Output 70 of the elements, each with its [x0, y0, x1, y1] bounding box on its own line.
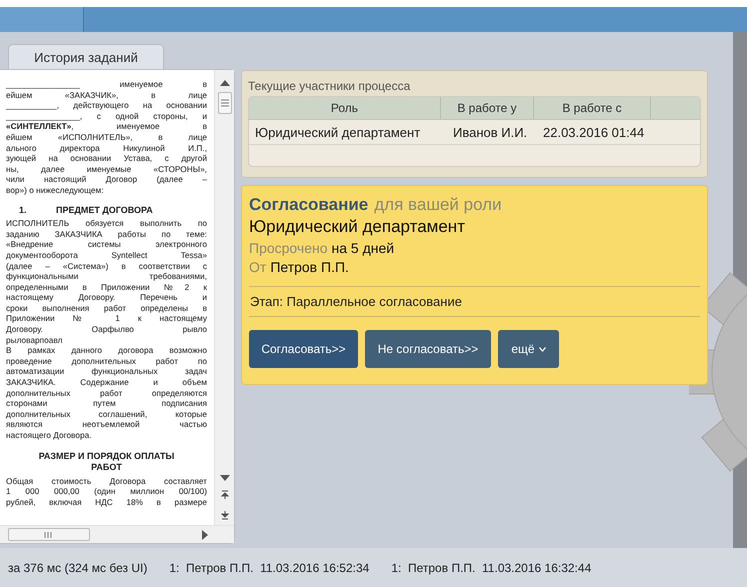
document-text-line: проведение дополнительных работ по [6, 356, 207, 366]
document-text-line: (далее – «Система») в соответствии с [6, 260, 207, 272]
panel-title: Текущие участники процесса [248, 79, 412, 93]
document-text-line: рыловарпоавл [6, 334, 64, 346]
document-text-line: дополнительных соглашений, которые [6, 408, 207, 420]
document-text-line: Общая стоимость Договора составляет [6, 476, 207, 486]
document-text-line: зующей на основании Устава, с другой [6, 153, 207, 164]
scroll-thumb[interactable] [218, 92, 232, 114]
task-type-note: для вашей роли [374, 195, 502, 215]
section-heading: РАЗМЕР И ПОРЯДОК ОПЛАТЫ РАБОТ [38, 450, 176, 473]
document-text-line: «СИНТЕЛЛЕКТ», именуемое в [6, 121, 207, 132]
document-text-line: определенными в Приложении №2 к [6, 282, 207, 292]
scroll-right-icon[interactable] [201, 528, 209, 540]
scroll-down-icon[interactable] [218, 474, 230, 482]
section-number: 1. [18, 204, 28, 216]
from-value: Петров П.П. [270, 259, 349, 275]
task-stage: Этап: Параллельное согласование [249, 286, 700, 317]
document-text-line: настоящего Договора. [6, 430, 93, 441]
task-type: Согласование [249, 195, 368, 215]
status-text: за 376 мс (324 мс без UI) [8, 560, 148, 574]
caret-icon [538, 346, 546, 352]
column-header[interactable]: В работе с [534, 97, 651, 119]
from-label: От [249, 259, 266, 275]
document-text-line: документооборота Syntellect Tessa» [6, 250, 207, 260]
document-text-line: вор») о нижеследующем: [6, 184, 105, 196]
document-text-line: В рамках данного договора возможно [6, 345, 207, 356]
document-text-line: рублей, включая НДС 18% в размере [6, 496, 207, 508]
column-header[interactable]: Роль [249, 97, 441, 119]
previous-page-icon[interactable] [220, 490, 228, 500]
table-cell-text: Юридический департамент [254, 124, 422, 142]
action-button[interactable]: Согласовать>> [249, 330, 358, 368]
document-text-line: Договору. Оарфылво рывло [6, 324, 207, 335]
document-text-line: дополнительных работ определяются [6, 388, 207, 398]
document-text-line: ИСПОЛНИТЕЛЬ обязуется выполнить по [6, 218, 207, 229]
more-button[interactable]: ещё [498, 330, 559, 368]
document-text-line: ________________, с одной стороны, и [6, 110, 207, 122]
document-text-line: ЗАКАЗЧИКА. Содержание и объем [6, 377, 207, 388]
horizontal-scrollbar[interactable] [0, 525, 234, 543]
document-text-line: ___________, действующего на основании [6, 100, 207, 111]
table-cell-text: Иванов И.И. [453, 124, 528, 142]
scroll-up-icon[interactable] [218, 79, 230, 87]
document-text-line: являются неотъемлемой частью [6, 419, 207, 430]
status-text: 1: Петров П.П. 11.03.2016 16:32:44 [391, 560, 592, 574]
table-cell-text: 22.03.2016 01:44 [543, 124, 644, 142]
document-text-line: ейшем «ИСПОЛНИТЕЛЬ», в лице [6, 132, 207, 143]
action-button[interactable]: Не согласовать>> [365, 330, 491, 368]
overdue-label: Просрочено [249, 240, 328, 256]
scroll-thumb[interactable] [8, 528, 90, 541]
document-text-line: заданию ЗАКАЗЧИКА работы по теме: [6, 228, 207, 240]
document-text-line: сторонами путем подписания [6, 398, 207, 409]
vertical-scrollbar[interactable] [214, 70, 234, 525]
document-text-line: ального директора Никулиной И.П., [6, 142, 207, 154]
document-text-line: сроки выполнения работ определены в [6, 302, 207, 314]
document-text-line: «Внедрение системы электронного [6, 239, 207, 250]
document-text-line: функциональными требованиями, [6, 271, 207, 282]
document-text-line: Приложении № 1 к настоящему [6, 313, 207, 324]
document-text-line: автоматизации функциональных задач [6, 366, 207, 378]
task-role: Юридический департамент [249, 217, 466, 237]
document-text-line: чили настоящий Договор (далее – [6, 174, 207, 185]
document-text-line: ны, далее именуемые «СТОРОНЫ», [6, 164, 207, 174]
document-text-line: ейшем «ЗАКАЗЧИК», в лице [6, 90, 207, 100]
document-text-line: 1 000 000,00 (один миллион 00/100) [6, 486, 207, 497]
overdue-value: на 5 дней [332, 240, 394, 256]
document-text-line: ________________ именуемое в [6, 79, 207, 90]
next-page-icon[interactable] [220, 510, 228, 520]
tab[interactable]: История заданий [8, 44, 164, 69]
status-text: 1: Петров П.П. 11.03.2016 16:52:34 [169, 560, 370, 574]
document-text-line: настоящему Договору. Перечень и [6, 292, 207, 303]
column-header[interactable]: В работе у [441, 97, 534, 119]
section-heading: ПРЕДМЕТ ДОГОВОРА [56, 204, 153, 216]
